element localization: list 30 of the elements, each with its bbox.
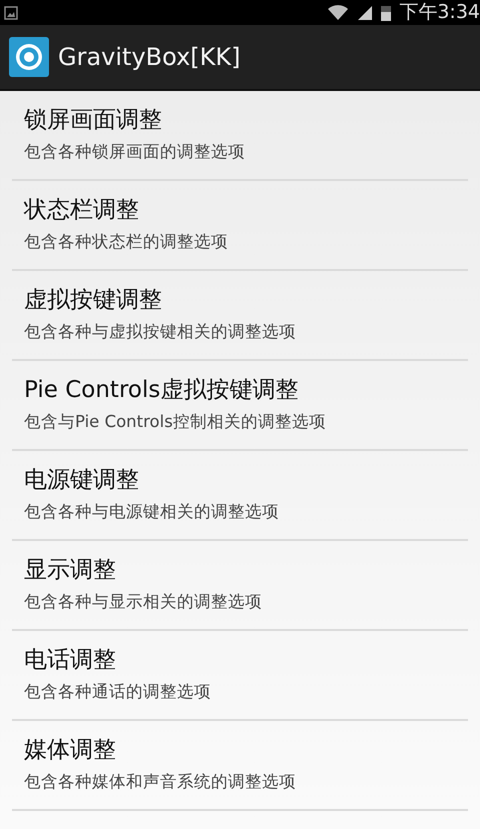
preference-item[interactable]: 虚拟按键调整 包含各种与虚拟按键相关的调整选项 (12, 271, 468, 361)
preference-item[interactable]: 状态栏调整 包含各种状态栏的调整选项 (12, 181, 468, 271)
preference-title: 电源键调整 (24, 467, 140, 496)
preference-summary: 包含与Pie Controls控制相关的调整选项 (24, 411, 327, 433)
preference-summary: 包含各种与虚拟按键相关的调整选项 (24, 321, 297, 343)
preference-item[interactable]: 媒体调整 包含各种媒体和声音系统的调整选项 (12, 721, 468, 811)
preference-summary: 包含各种通话的调整选项 (24, 681, 212, 703)
battery-icon (381, 4, 392, 20)
preference-title: 电话调整 (24, 647, 117, 676)
preference-title: 显示调整 (24, 557, 117, 586)
signal-icon (357, 4, 374, 20)
app-title: GravityBox[KK] (58, 42, 240, 73)
preference-title: 媒体调整 (24, 737, 117, 766)
preference-summary: 包含各种状态栏的调整选项 (24, 231, 229, 253)
preference-item[interactable]: 电源键调整 包含各种与电源键相关的调整选项 (12, 451, 468, 541)
preference-item[interactable]: 电话调整 包含各种通话的调整选项 (12, 631, 468, 721)
image-notification-icon (4, 6, 18, 20)
preference-title: 状态栏调整 (24, 197, 140, 226)
preference-item[interactable]: 显示调整 包含各种与显示相关的调整选项 (12, 541, 468, 631)
preference-summary: 包含各种与显示相关的调整选项 (24, 591, 263, 613)
preference-title: Pie Controls虚拟按键调整 (24, 377, 300, 406)
preference-title: 虚拟按键调整 (24, 287, 163, 316)
preference-item[interactable]: Pie Controls虚拟按键调整 包含与Pie Controls控制相关的调整选项 (12, 361, 468, 451)
preference-summary: 包含各种锁屏画面的调整选项 (24, 141, 246, 163)
preference-title: 锁屏画面调整 (24, 107, 163, 136)
clock: 下午3:34 (399, 0, 480, 25)
wifi-icon (327, 4, 350, 20)
preference-summary: 包含各种与电源键相关的调整选项 (24, 501, 280, 523)
preference-summary: 包含各种媒体和声音系统的调整选项 (24, 771, 297, 793)
preference-item[interactable]: 锁屏画面调整 包含各种锁屏画面的调整选项 (12, 91, 468, 181)
